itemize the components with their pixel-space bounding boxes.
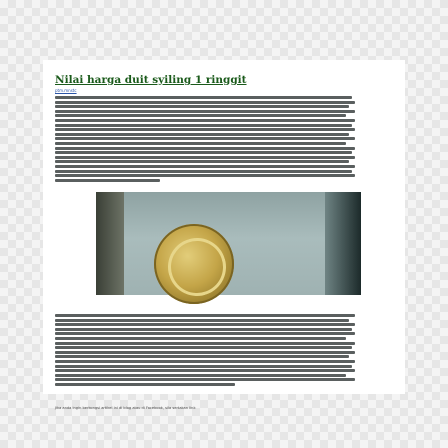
text-line bbox=[55, 160, 349, 164]
text-line bbox=[55, 341, 355, 345]
text-line bbox=[55, 128, 355, 132]
text-line bbox=[55, 378, 355, 382]
source-link[interactable]: ptm.mnstc bbox=[55, 88, 77, 93]
text-line bbox=[55, 323, 355, 327]
text-line bbox=[55, 373, 346, 377]
text-line bbox=[55, 118, 355, 122]
text-line bbox=[55, 178, 160, 182]
text-line bbox=[55, 155, 355, 159]
share-caption: Jika anda ingin berkongsi artikel ini di… bbox=[55, 406, 196, 410]
text-line bbox=[55, 146, 355, 150]
text-line bbox=[55, 96, 352, 99]
text-line bbox=[55, 137, 355, 141]
text-line bbox=[55, 314, 355, 317]
text-line bbox=[55, 132, 349, 136]
text-line bbox=[55, 359, 355, 363]
text-line bbox=[55, 164, 355, 168]
text-line bbox=[55, 364, 352, 368]
text-line bbox=[55, 336, 346, 340]
text-line bbox=[55, 346, 352, 350]
text-line bbox=[55, 105, 349, 109]
text-line bbox=[55, 332, 355, 336]
photo-shadow-right bbox=[325, 192, 361, 295]
article-title[interactable]: Nilai harga duit syiling 1 ringgit bbox=[55, 74, 247, 86]
text-line bbox=[55, 318, 349, 322]
text-line bbox=[55, 382, 235, 386]
text-line bbox=[55, 151, 352, 155]
text-line bbox=[55, 355, 349, 359]
photo-shadow-left bbox=[96, 192, 124, 295]
article-body-top bbox=[55, 96, 355, 183]
text-line bbox=[55, 109, 355, 113]
text-line bbox=[55, 169, 352, 173]
text-line bbox=[55, 369, 355, 373]
article-body-bottom bbox=[55, 314, 355, 388]
text-line bbox=[55, 174, 355, 178]
text-line bbox=[55, 327, 352, 331]
text-line bbox=[55, 100, 355, 104]
coin-icon bbox=[154, 224, 235, 305]
text-line bbox=[55, 114, 346, 118]
text-line bbox=[55, 123, 352, 127]
text-line bbox=[55, 141, 346, 145]
text-line bbox=[55, 350, 355, 354]
